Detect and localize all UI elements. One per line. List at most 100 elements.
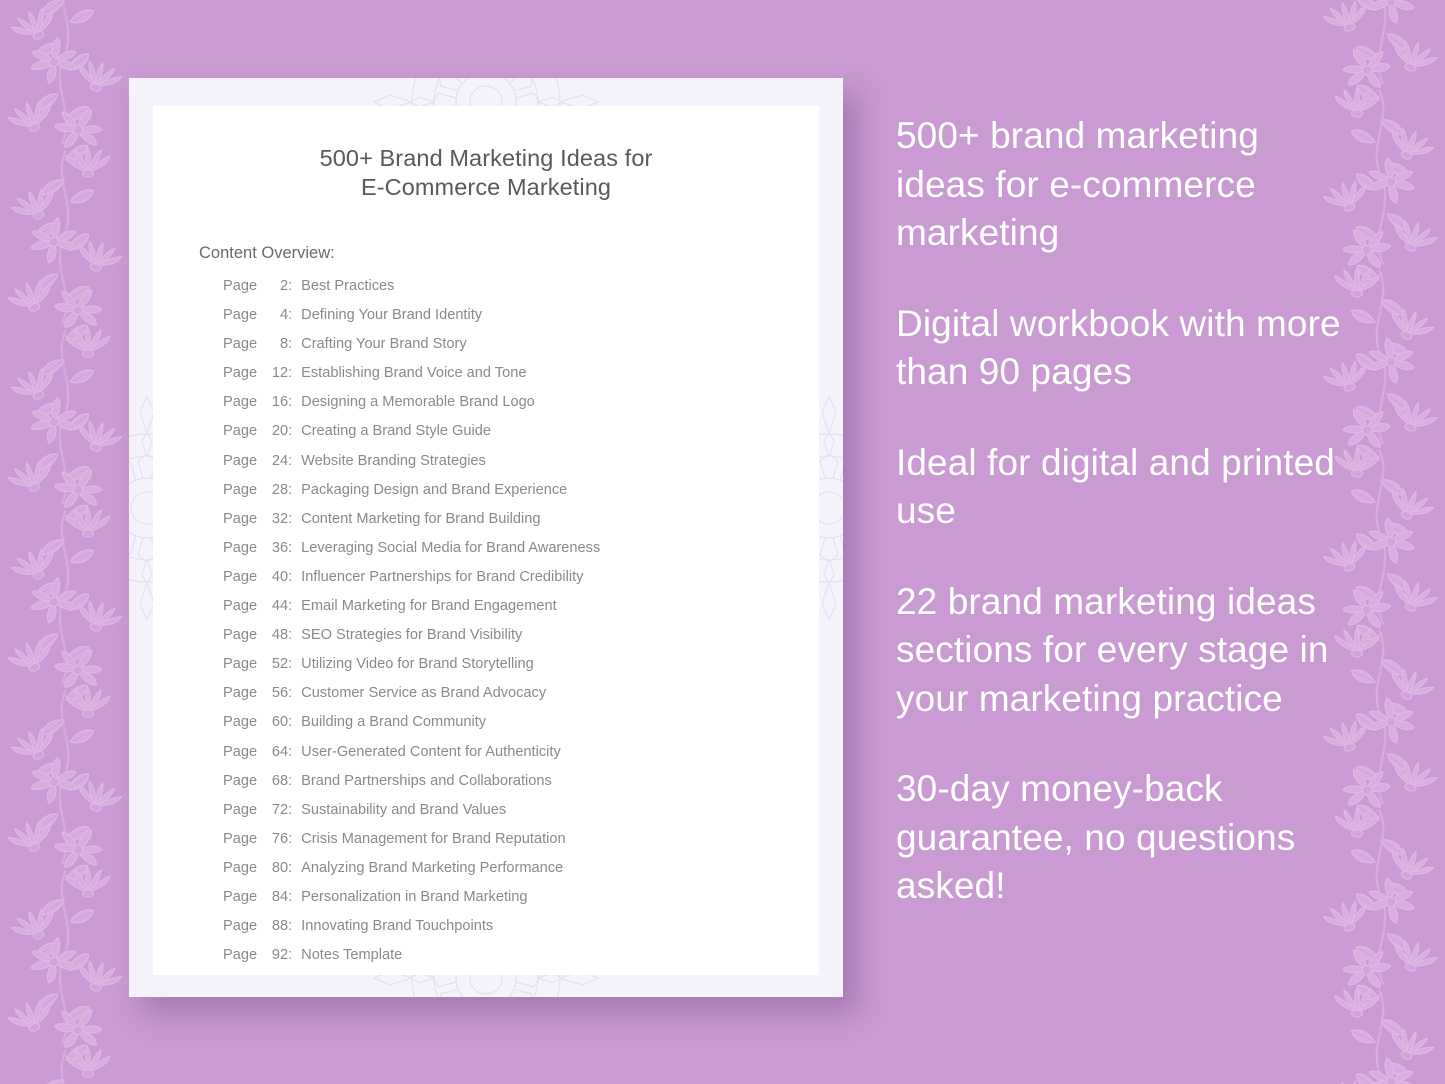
toc-page-number: 24: [271, 452, 289, 469]
toc-page-number: 68: [271, 772, 289, 789]
toc-entry[interactable]: Page 28: Packaging Design and Brand Experi…: [223, 482, 775, 511]
toc-colon: :: [288, 481, 293, 498]
toc-entry-title: Email Marketing for Brand Engagement: [301, 598, 557, 615]
toc-page-number: 48: [271, 627, 289, 644]
toc-page-word: Page: [223, 452, 258, 469]
toc-page-word: Page: [223, 656, 258, 673]
toc-page-number: 32: [271, 510, 289, 527]
toc-entry[interactable]: Page 60: Building a Brand Community: [223, 714, 775, 743]
toc-colon: :: [288, 336, 293, 353]
sales-feature-text: Ideal for digital and printed use: [896, 441, 1335, 532]
toc-entry[interactable]: Page 72: Sustainability and Brand Values: [223, 802, 775, 831]
page-title-line-2: E-Commerce Marketing: [360, 174, 612, 200]
toc-page-word: Page: [223, 423, 258, 440]
toc-entry-title: Defining Your Brand Identity: [301, 307, 483, 324]
toc-entry-title: Sustainability and Brand Values: [301, 801, 507, 818]
toc-page-word: Page: [223, 685, 258, 702]
toc-entry[interactable]: Page 40: Influencer Partnerships for Brand…: [223, 569, 775, 598]
document-page: 500+ Brand Marketing Ideas for E-Commerc…: [153, 106, 819, 975]
toc-page-word: Page: [223, 539, 258, 556]
toc-colon: :: [288, 685, 293, 702]
toc-entry-title: Utilizing Video for Brand Storytelling: [301, 656, 534, 673]
toc-page-word: Page: [223, 801, 258, 818]
toc-page-number: 16: [271, 394, 289, 411]
toc-page-number: 64: [271, 743, 289, 760]
toc-entry-title: Building a Brand Community: [301, 714, 487, 731]
toc-entry[interactable]: Page 4: Defining Your Brand Identity: [223, 307, 775, 336]
toc-entry[interactable]: Page 48: SEO Strategies for Brand Visibili…: [223, 627, 775, 656]
toc-page-number: 2: [279, 278, 289, 294]
toc-entry-title: Customer Service as Brand Advocacy: [301, 685, 547, 702]
sales-feature-text: 22 brand marketing ideas sections for ev…: [896, 580, 1329, 719]
sales-feature-panel: 500+ brand marketing ideas for e-commerc…: [896, 112, 1348, 911]
toc-colon: :: [288, 743, 293, 760]
toc-page-word: Page: [223, 627, 258, 644]
table-of-contents: Page 2: Best Practices Page 4: Defining Your …: [197, 278, 775, 976]
toc-page-word: Page: [223, 772, 258, 789]
toc-colon: :: [288, 830, 293, 847]
toc-entry-title: Personalization in Brand Marketing: [301, 888, 528, 905]
toc-colon: :: [288, 423, 293, 440]
toc-entry[interactable]: Page 2: Best Practices: [223, 278, 775, 307]
toc-entry[interactable]: Page 56: Customer Service as Brand Advocac…: [223, 685, 775, 714]
page-title-line-1: 500+ Brand Marketing Ideas for: [319, 145, 653, 171]
toc-colon: :: [288, 394, 293, 411]
toc-entry[interactable]: Page 68: Brand Partnerships and Collaborat…: [223, 773, 775, 802]
toc-colon: :: [288, 539, 293, 556]
toc-entry[interactable]: Page 16: Designing a Memorable Brand Logo: [223, 394, 775, 423]
toc-entry[interactable]: Page 80: Analyzing Brand Marketing Perform…: [223, 860, 775, 889]
toc-entry-title: Brand Partnerships and Collaborations: [301, 772, 552, 789]
floral-vine-icon: [0, 0, 132, 1084]
toc-entry[interactable]: Page 52: Utilizing Video for Brand Storyte…: [223, 656, 775, 685]
toc-colon: :: [288, 888, 293, 905]
toc-entry[interactable]: Page 64: User-Generated Content for Authen…: [223, 744, 775, 773]
toc-entry[interactable]: Page 36: Leveraging Social Media for Brand…: [223, 540, 775, 569]
toc-entry-title: Notes Template: [301, 947, 403, 964]
toc-entry[interactable]: Page 12: Establishing Brand Voice and Tone: [223, 365, 775, 394]
toc-entry-title: Crafting Your Brand Story: [301, 336, 467, 353]
toc-entry[interactable]: Page 8: Crafting Your Brand Story: [223, 336, 775, 365]
toc-entry-title: User-Generated Content for Authenticity: [301, 743, 561, 760]
toc-page-number: 60: [271, 714, 289, 731]
toc-entry[interactable]: Page 88: Innovating Brand Touchpoints: [223, 918, 775, 947]
toc-page-word: Page: [223, 336, 258, 353]
toc-page-word: Page: [223, 743, 258, 760]
toc-entry[interactable]: Page 44: Email Marketing for Brand Engagem…: [223, 598, 775, 627]
toc-page-number: 84: [271, 888, 289, 905]
toc-page-number: 28: [271, 481, 289, 498]
toc-entry-title: Establishing Brand Voice and Tone: [301, 365, 527, 382]
toc-entry[interactable]: Page 20: Creating a Brand Style Guide: [223, 423, 775, 452]
toc-colon: :: [288, 859, 293, 876]
toc-page-number: 92: [271, 947, 289, 964]
toc-entry-title: Designing a Memorable Brand Logo: [301, 394, 535, 411]
toc-page-number: 44: [271, 598, 289, 615]
toc-entry[interactable]: Page 76: Crisis Management for Brand Reput…: [223, 831, 775, 860]
toc-entry-title: SEO Strategies for Brand Visibility: [301, 627, 523, 644]
toc-entry-title: Crisis Management for Brand Reputation: [301, 830, 566, 847]
toc-colon: :: [288, 278, 293, 294]
toc-entry[interactable]: Page 92: Notes Template: [223, 947, 775, 976]
toc-page-word: Page: [223, 365, 258, 382]
toc-entry-title: Packaging Design and Brand Experience: [301, 481, 568, 498]
toc-entry[interactable]: Page 32: Content Marketing for Brand Build…: [223, 511, 775, 540]
toc-page-number: 20: [271, 423, 289, 440]
toc-colon: :: [288, 598, 293, 615]
toc-entry-title: Content Marketing for Brand Building: [301, 510, 541, 527]
toc-page-word: Page: [223, 918, 258, 935]
toc-page-number: 56: [271, 685, 289, 702]
toc-entry[interactable]: Page 24: Website Branding Strategies: [223, 453, 775, 482]
document-card[interactable]: 500+ Brand Marketing Ideas for E-Commerc…: [129, 78, 843, 997]
sales-feature-text: Digital workbook with more than 90 pages: [896, 302, 1341, 393]
toc-page-word: Page: [223, 481, 258, 498]
toc-page-number: 80: [271, 859, 289, 876]
toc-page-number: 72: [271, 801, 289, 818]
toc-entry[interactable]: Page 84: Personalization in Brand Marketin…: [223, 889, 775, 918]
toc-page-number: 52: [271, 656, 289, 673]
toc-page-word: Page: [223, 394, 258, 411]
toc-colon: :: [288, 947, 293, 964]
toc-colon: :: [288, 365, 293, 382]
toc-page-word: Page: [223, 830, 258, 847]
toc-page-number: 88: [271, 918, 289, 935]
toc-page-number: 8: [279, 336, 289, 353]
toc-colon: :: [288, 772, 293, 789]
